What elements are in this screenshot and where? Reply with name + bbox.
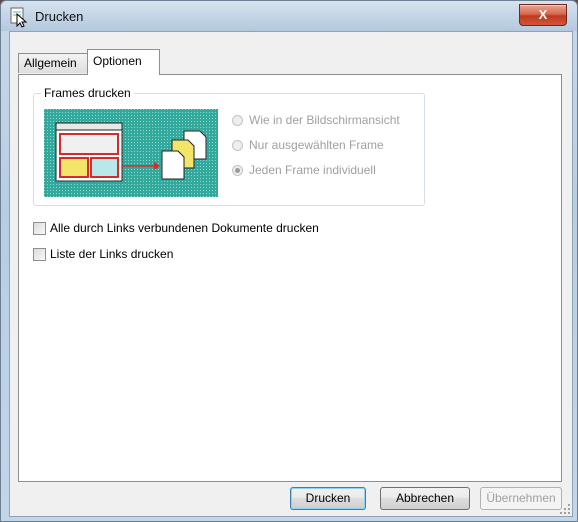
button-label: Abbrechen <box>395 491 455 505</box>
tab-optionen[interactable]: Optionen <box>87 49 160 75</box>
checkbox[interactable] <box>33 221 46 235</box>
button-label: Drucken <box>305 491 351 505</box>
window-title: Drucken <box>35 9 84 24</box>
options-panel: Frames drucken Wie in der Bildschirmansi… <box>18 74 562 482</box>
radio-as-on-screen[interactable]: Wie in der Bildschirmansicht <box>232 111 400 129</box>
tab-label: Allgemein <box>24 56 77 70</box>
radio-label: Wie in der Bildschirmansicht <box>249 113 400 127</box>
radio-each-frame-individually[interactable]: Jeden Frame individuell <box>232 161 376 179</box>
cancel-button[interactable]: Abbrechen <box>380 487 470 510</box>
radio-button[interactable] <box>232 139 243 151</box>
apply-button: Übernehmen <box>480 487 562 510</box>
close-button[interactable]: X <box>519 4 567 26</box>
print-dialog-icon <box>10 7 28 28</box>
tab-allgemein[interactable]: Allgemein <box>18 53 88 73</box>
checkbox-print-linked-documents[interactable]: Alle durch Links verbundenen Dokumente d… <box>33 219 319 237</box>
radio-button-checked[interactable] <box>232 164 243 176</box>
button-label: Übernehmen <box>486 491 556 505</box>
title-bar[interactable]: Drucken X <box>1 1 577 31</box>
resize-grip-icon[interactable] <box>560 504 570 514</box>
close-icon: X <box>538 7 548 22</box>
print-button[interactable]: Drucken <box>290 487 366 510</box>
checkbox-print-link-list[interactable]: Liste der Links drucken <box>33 245 173 263</box>
dialog-body: Allgemein Optionen Frames drucken Wie in… <box>9 31 573 517</box>
frames-groupbox: Frames drucken Wie in der Bildschirmansi… <box>33 86 425 206</box>
radio-label: Nur ausgewählten Frame <box>249 138 384 152</box>
groupbox-legend: Frames drucken <box>41 86 134 100</box>
frames-illustration <box>44 109 218 197</box>
print-dialog-window: Drucken X Allgemein Optionen Frames druc… <box>0 0 578 522</box>
checkbox-label: Alle durch Links verbundenen Dokumente d… <box>50 221 319 235</box>
tab-label: Optionen <box>93 54 142 68</box>
radio-selected-frame-only[interactable]: Nur ausgewählten Frame <box>232 136 384 154</box>
radio-label: Jeden Frame individuell <box>249 163 376 177</box>
checkbox[interactable] <box>33 247 46 261</box>
radio-button[interactable] <box>232 114 243 126</box>
checkbox-label: Liste der Links drucken <box>50 247 174 261</box>
